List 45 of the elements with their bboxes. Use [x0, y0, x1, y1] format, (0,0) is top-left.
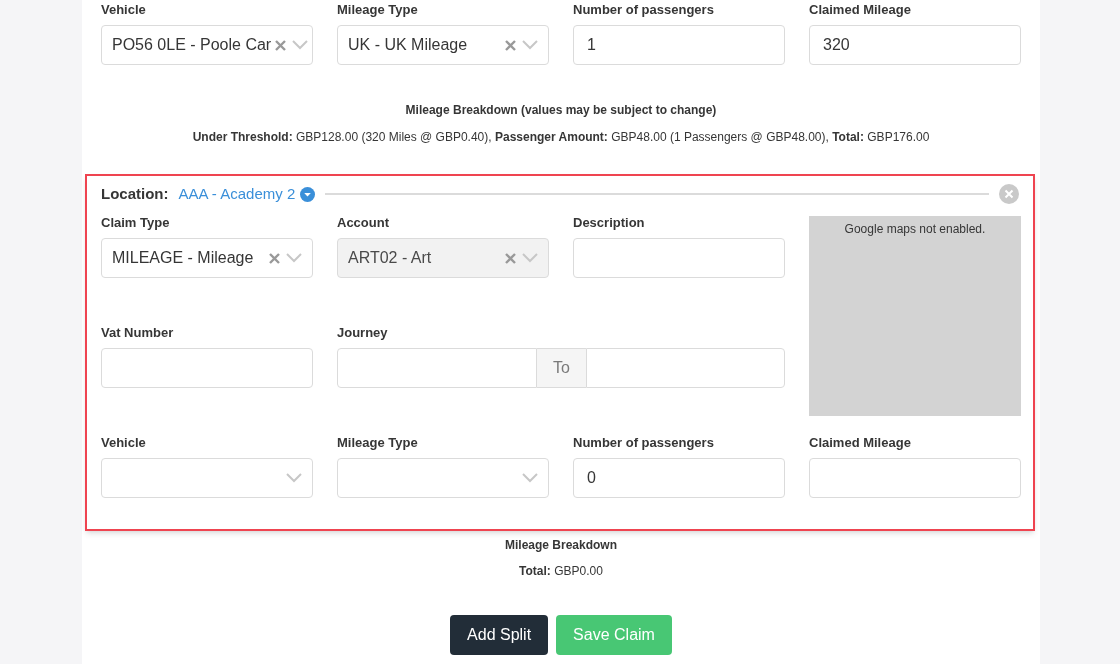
action-button[interactable]: Add Split	[450, 615, 549, 655]
input-field[interactable]	[573, 238, 785, 278]
clear-icon[interactable]	[275, 39, 287, 51]
select-field[interactable]	[101, 458, 313, 498]
field-label: Vehicle	[101, 435, 147, 451]
breakdown-summary: Total: GBP0.00	[519, 563, 603, 580]
input-field[interactable]: 0	[573, 458, 785, 498]
select-field[interactable]: UK - UK Mileage	[337, 25, 549, 65]
chevron-down-icon[interactable]	[286, 473, 302, 483]
input-field[interactable]	[809, 458, 1021, 498]
select-field[interactable]: PO56 0LE - Poole Car	[101, 25, 313, 65]
field-label: Claimed Mileage	[809, 2, 912, 18]
field-label: Number of passengers	[573, 2, 715, 18]
dropdown-icon[interactable]	[300, 186, 316, 202]
select-field[interactable]	[337, 458, 549, 498]
from-field[interactable]	[337, 348, 537, 388]
to-label: To	[537, 348, 586, 388]
to-field[interactable]	[586, 348, 785, 388]
field-label: Mileage Type	[337, 2, 419, 18]
close-icon[interactable]	[999, 184, 1019, 204]
chevron-down-icon[interactable]	[522, 473, 538, 483]
field-label: Journey	[337, 325, 389, 341]
map-message: Google maps not enabled.	[844, 221, 986, 234]
field-label: Vehicle	[101, 2, 147, 18]
field-label: Account	[337, 215, 390, 231]
select-field: ART02 - Art	[337, 238, 549, 278]
breakdown-summary: Under Threshold: GBP128.00 (320 Miles @ GBP0.40), Passenger Amount: GBP48.00 (1 Passengers @ GBP48.00), Total: GBP176.00	[192, 129, 930, 146]
input-field[interactable]: 1	[573, 25, 785, 65]
clear-icon[interactable]	[505, 39, 516, 51]
field-label: Claim Type	[101, 215, 171, 231]
field-label: Vat Number	[101, 325, 175, 341]
field-label: Description	[573, 215, 646, 231]
chevron-down-icon[interactable]	[286, 253, 302, 263]
input-field[interactable]: 320	[809, 25, 1021, 65]
clear-icon[interactable]	[269, 252, 280, 264]
chevron-down-icon[interactable]	[522, 40, 538, 50]
select-field[interactable]: MILEAGE - Mileage	[101, 238, 313, 278]
field-label: Number of passengers	[573, 435, 715, 451]
breakdown-title: Mileage Breakdown	[505, 537, 617, 554]
field-label: Mileage Type	[337, 435, 419, 451]
breakdown-title: Mileage Breakdown (values may be subject to change)	[405, 102, 717, 119]
location-label: Location:	[101, 183, 169, 204]
chevron-down-icon[interactable]	[292, 40, 309, 50]
input-field[interactable]	[101, 348, 313, 388]
field-label: Claimed Mileage	[809, 435, 912, 451]
